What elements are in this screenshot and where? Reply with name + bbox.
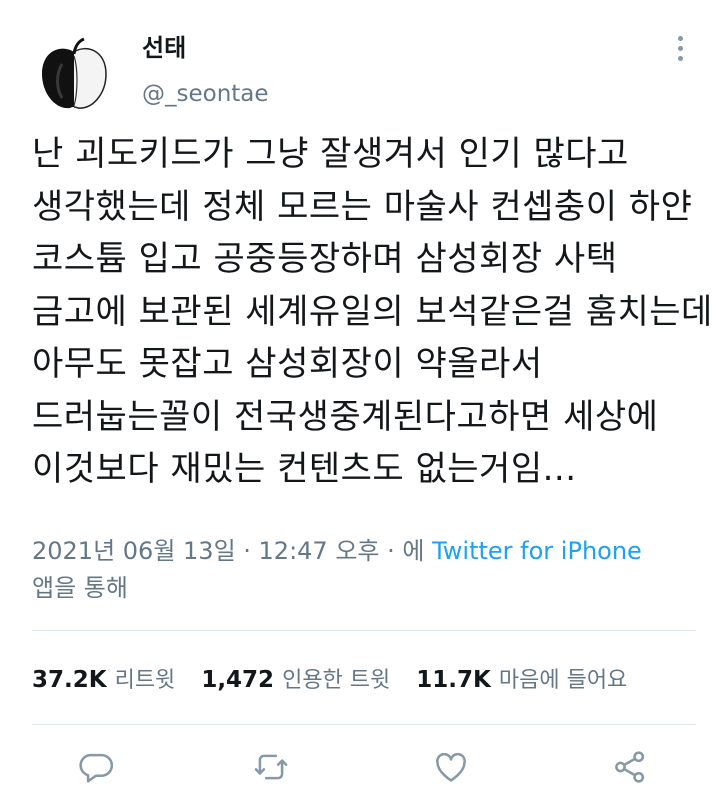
retweets-stat[interactable]: 37.2K 리트윗: [32, 662, 175, 694]
tweet-line: 아무도 못잡고 삼성회장이 약올라서: [32, 344, 543, 384]
likes-label: 마음에 들어요: [498, 668, 628, 693]
source-link[interactable]: Twitter for iPhone: [432, 537, 642, 565]
likes-stat[interactable]: 11.7K 마음에 들어요: [416, 662, 627, 694]
engagement-stats: 37.2K 리트윗 1,472 인용한 트윗 11.7K 마음에 들어요: [32, 660, 653, 696]
retweets-count: 37.2K: [32, 667, 107, 693]
more-vertical-icon: [677, 35, 683, 41]
action-bar: [0, 745, 720, 790]
retweet-icon: [254, 754, 288, 780]
tweet-line: 금고에 보관된 세계유일의 보석같은걸 훔치는데: [32, 291, 713, 332]
quotes-count: 1,472: [201, 667, 275, 693]
heart-icon: [436, 752, 466, 782]
apple-icon: [32, 32, 116, 116]
timestamp[interactable]: 2021년 06월 13일 · 12:47 오후 ·: [32, 537, 402, 565]
via-prefix: 에: [402, 537, 433, 565]
tweet-text: 난 괴도키드가 그냥 잘생겨서 인기 많다고 생각했는데 정체 모르는 마술사 …: [32, 128, 713, 496]
avatar[interactable]: [32, 32, 116, 116]
tweet-line: 난 괴도키드가 그냥 잘생겨서 인기 많다고: [32, 134, 629, 174]
retweet-button[interactable]: [249, 745, 293, 789]
share-icon: [615, 751, 645, 783]
divider: [32, 724, 696, 725]
more-options-button[interactable]: [664, 30, 696, 66]
quotes-stat[interactable]: 1,472 인용한 트윗: [201, 662, 390, 694]
like-button[interactable]: [429, 745, 473, 789]
tweet-meta: 2021년 06월 13일 · 12:47 오후 · 에 Twitter for…: [32, 533, 702, 607]
reply-button[interactable]: [74, 745, 118, 789]
display-name[interactable]: 선태: [142, 34, 186, 62]
tweet-line: 이것보다 재밌는 컨텐츠도 없는거임...: [32, 449, 577, 489]
reply-icon: [79, 753, 114, 783]
via-suffix: 앱을 통해: [32, 574, 128, 602]
divider: [32, 630, 696, 631]
user-handle[interactable]: @_seontae: [142, 80, 269, 108]
tweet-line: 드러눕는꼴이 전국생중계된다고하면 세상에: [32, 396, 659, 437]
likes-count: 11.7K: [416, 667, 491, 693]
tweet-line: 코스튬 입고 공중등장하며 삼성회장 사택: [32, 239, 618, 279]
retweets-label: 리트윗: [114, 668, 176, 693]
tweet-line: 생각했는데 정체 모르는 마술사 컨셉충이 하얀: [32, 186, 693, 227]
share-button[interactable]: [608, 745, 652, 789]
quotes-label: 인용한 트윗: [282, 668, 391, 693]
